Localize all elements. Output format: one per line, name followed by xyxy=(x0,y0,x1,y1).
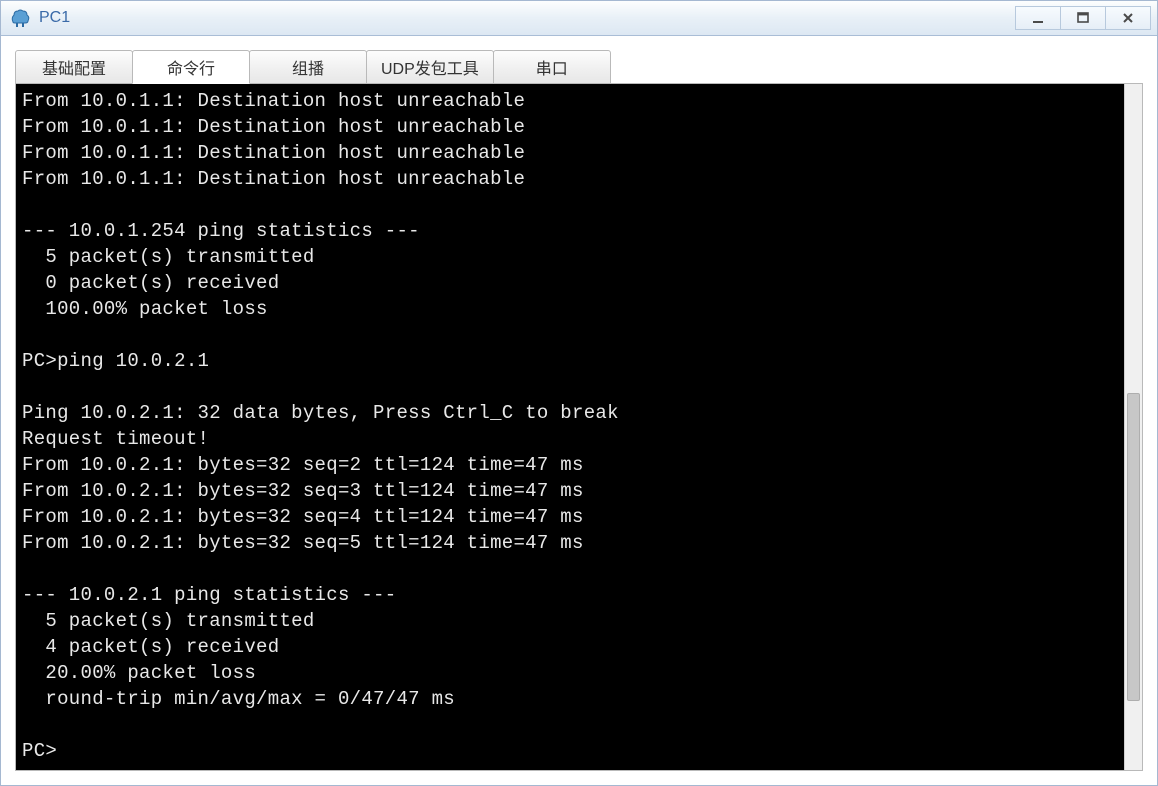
tab-2[interactable]: 组播 xyxy=(249,50,367,84)
app-window: PC1 基础配置 命令行 组播 UDP发包工具 串口 From 10.0.1.1: De… xyxy=(0,0,1158,786)
tab-label: 串口 xyxy=(536,55,568,79)
terminal-scrollbar[interactable] xyxy=(1124,84,1142,770)
maximize-button[interactable] xyxy=(1060,6,1106,30)
tab-0[interactable]: 基础配置 xyxy=(15,50,133,84)
app-icon xyxy=(9,7,31,29)
tab-label: 基础配置 xyxy=(42,55,106,79)
tab-label: 命令行 xyxy=(167,55,215,79)
tab-label: 组播 xyxy=(292,55,324,79)
window-controls xyxy=(1016,6,1151,30)
minimize-button[interactable] xyxy=(1015,6,1061,30)
tab-1[interactable]: 命令行 xyxy=(132,50,250,84)
tabs: 基础配置 命令行 组播 UDP发包工具 串口 xyxy=(15,50,1143,84)
scroll-thumb[interactable] xyxy=(1127,393,1140,702)
terminal-output[interactable]: From 10.0.1.1: Destination host unreacha… xyxy=(16,84,1124,770)
tab-label: UDP发包工具 xyxy=(381,55,479,79)
tab-4[interactable]: 串口 xyxy=(493,50,611,84)
content-area: 基础配置 命令行 组播 UDP发包工具 串口 From 10.0.1.1: Destin… xyxy=(1,36,1157,785)
terminal-panel: From 10.0.1.1: Destination host unreacha… xyxy=(15,83,1143,771)
window-title: PC1 xyxy=(39,9,1016,27)
close-button[interactable] xyxy=(1105,6,1151,30)
titlebar: PC1 xyxy=(1,1,1157,36)
tab-3[interactable]: UDP发包工具 xyxy=(366,50,494,84)
